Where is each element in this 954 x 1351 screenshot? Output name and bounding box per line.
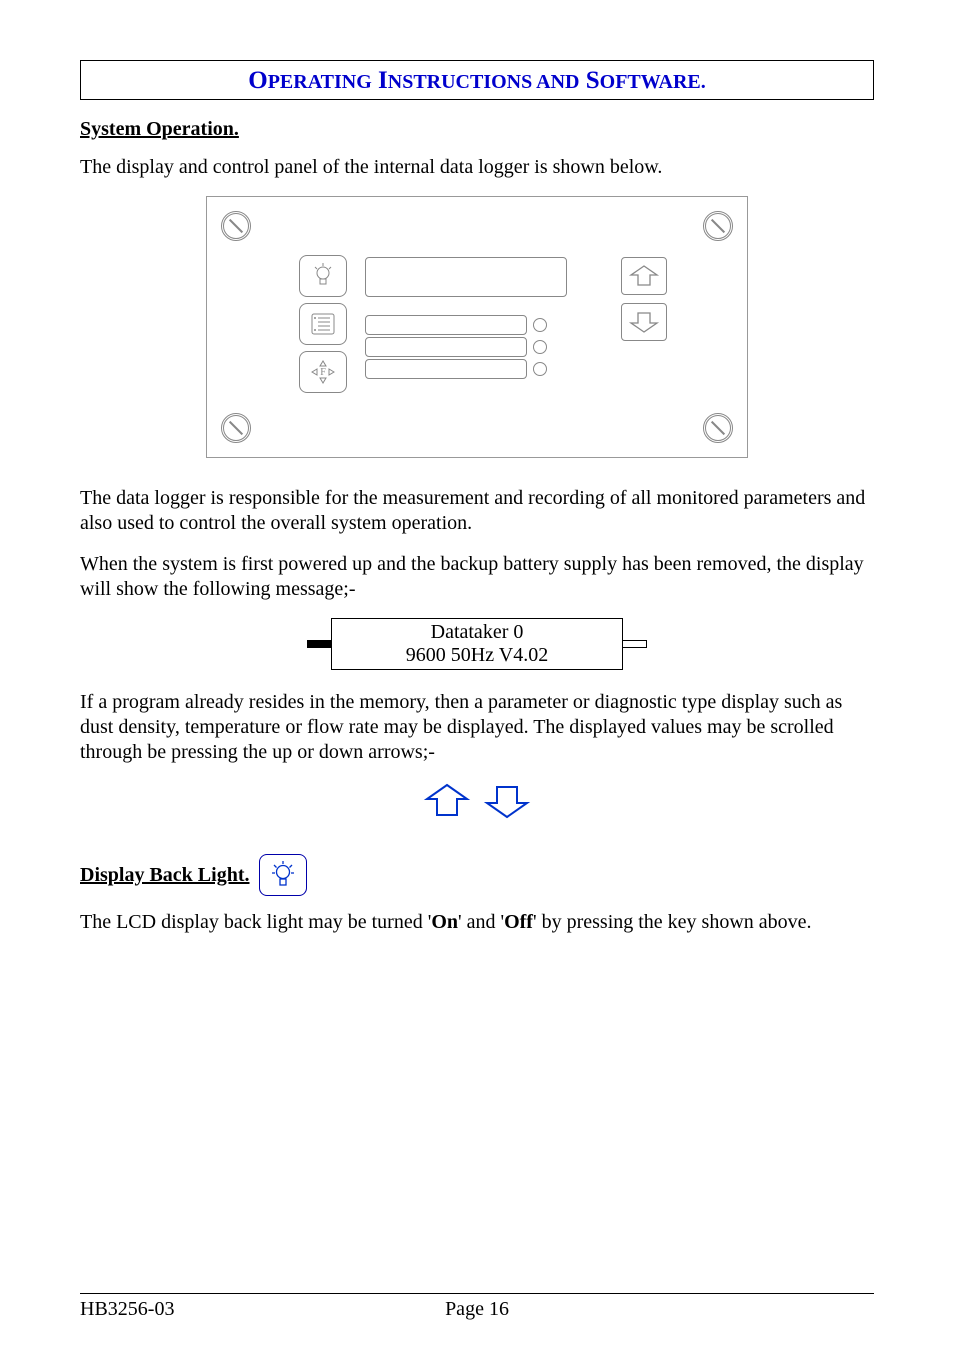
paragraph-intro: The display and control panel of the int… [80, 155, 874, 180]
arrow-down-icon [481, 781, 533, 821]
updown-arrows [80, 781, 874, 826]
lightbulb-icon [271, 861, 295, 889]
arrow-down-icon [627, 309, 661, 335]
list-button[interactable] [299, 303, 347, 345]
panel-slot [365, 315, 527, 335]
footer-page-num: 16 [489, 1298, 509, 1320]
text-off: Off [504, 911, 533, 933]
paragraph-scroll: If a program already resides in the memo… [80, 690, 874, 765]
screw-icon [703, 211, 733, 241]
footer-right-spacer [609, 1298, 874, 1321]
heading-display-backlight-row: Display Back Light. [80, 854, 874, 896]
svg-text:F: F [320, 367, 326, 378]
heading-system-operation: System Operation. [80, 118, 874, 141]
title-box: OPERATING INSTRUCTIONS AND SOFTWARE. [80, 60, 874, 100]
list-icon [310, 312, 336, 336]
lcd-message-box: Datataker 0 9600 50Hz V4.02 [331, 618, 623, 670]
text-segment: ' by pressing the key shown above. [533, 911, 812, 933]
panel-led-icon [533, 318, 547, 332]
page-footer: HB3256-03 Page 16 [80, 1293, 874, 1321]
panel-slot [365, 359, 527, 379]
screw-icon [221, 413, 251, 443]
screw-icon [703, 413, 733, 443]
function-button[interactable]: F [299, 351, 347, 393]
title-word3-rest: OFTWARE. [600, 71, 706, 93]
page-title: OPERATING INSTRUCTIONS AND SOFTWARE. [81, 67, 873, 95]
function-arrows-icon: F [308, 359, 338, 385]
panel-slot [365, 337, 527, 357]
backlight-button[interactable] [299, 255, 347, 297]
title-word3-cap: S [586, 67, 600, 94]
lcd-right-tab [622, 640, 647, 648]
title-word2-cap: I [378, 67, 388, 94]
paragraph-responsible: The data logger is responsible for the m… [80, 486, 874, 536]
arrow-up-button[interactable] [621, 257, 667, 295]
arrow-up-icon [421, 781, 473, 821]
footer-rule [80, 1293, 874, 1294]
footer-page-number: Page 16 [345, 1298, 610, 1321]
lcd-line1: Datataker 0 [332, 621, 622, 644]
text-segment: ' and ' [458, 911, 504, 933]
lcd-left-tab [307, 640, 332, 648]
backlight-key[interactable] [259, 854, 307, 896]
panel-led-icon [533, 362, 547, 376]
arrow-down-button[interactable] [621, 303, 667, 341]
title-word2-rest: NSTRUCTIONS AND [388, 71, 580, 93]
footer-page-prefix: Page [445, 1298, 489, 1320]
text-segment: The LCD display back light may be turned… [80, 911, 431, 933]
lcd-line2: 9600 50Hz V4.02 [332, 644, 622, 667]
heading-display-backlight: Display Back Light. [80, 864, 249, 887]
panel-led-icon [533, 340, 547, 354]
screw-icon [221, 211, 251, 241]
text-on: On [431, 911, 458, 933]
title-word1-rest: PERATING [268, 71, 372, 93]
footer-doc-id: HB3256-03 [80, 1298, 345, 1321]
lightbulb-icon [312, 263, 334, 289]
panel-figure: F [206, 196, 748, 458]
panel-display [365, 257, 567, 297]
paragraph-backlight: The LCD display back light may be turned… [80, 910, 874, 935]
title-word1-cap: O [248, 67, 267, 94]
arrow-up-icon [627, 263, 661, 289]
paragraph-powerup: When the system is first powered up and … [80, 552, 874, 602]
